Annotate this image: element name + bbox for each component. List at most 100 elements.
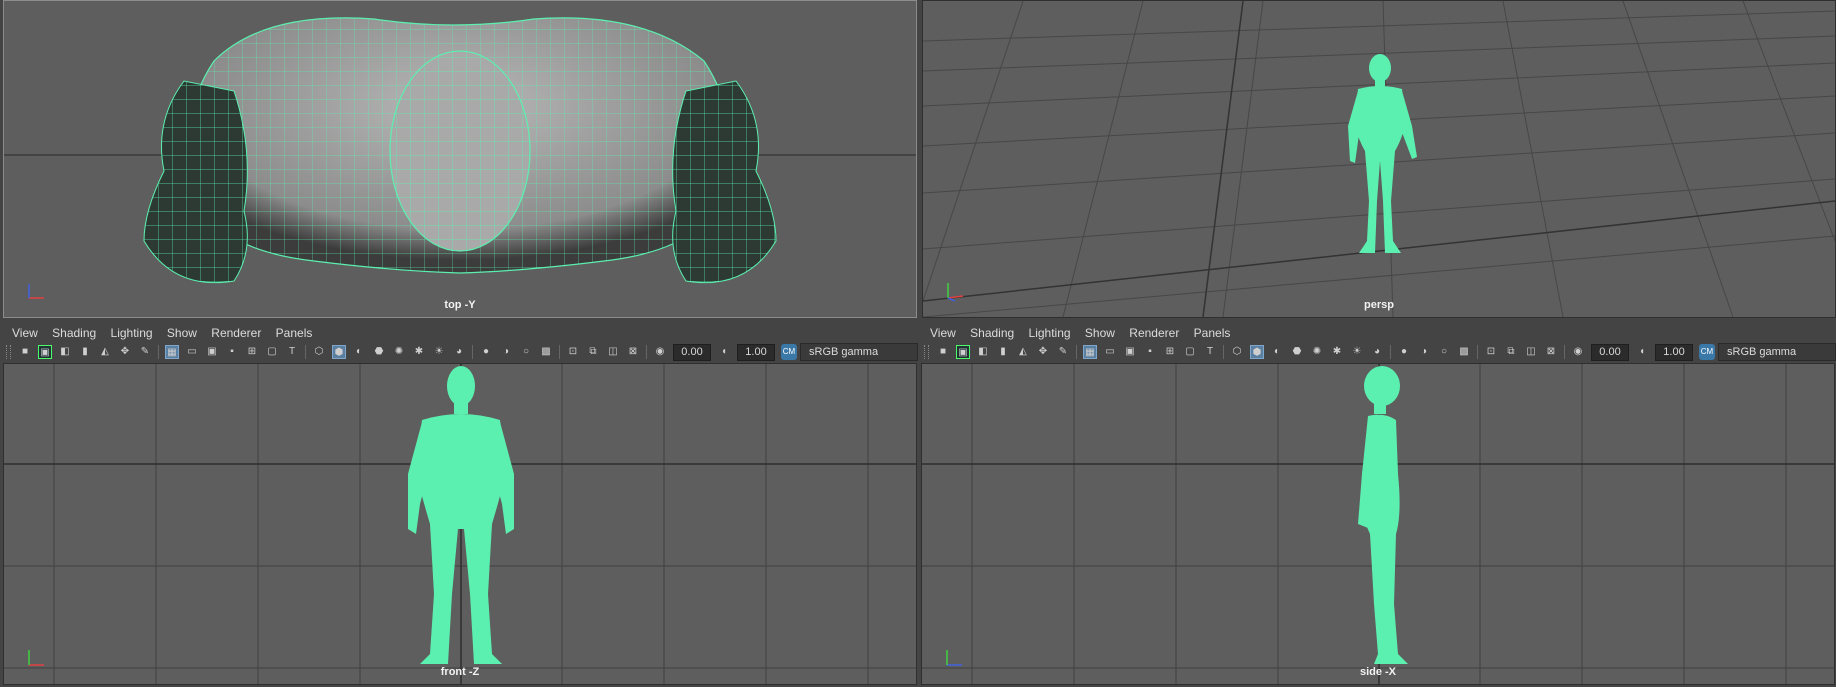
backface-culling-icon[interactable]: ◫ xyxy=(606,345,620,359)
bookmark-icon[interactable]: ▮ xyxy=(78,345,92,359)
grease-pencil-icon[interactable]: ✎ xyxy=(138,345,152,359)
screen-space-ao-icon[interactable]: ☀ xyxy=(432,345,446,359)
motion-blur-icon[interactable]: ◕ xyxy=(1370,345,1384,359)
use-all-lights-icon[interactable]: ✺ xyxy=(1310,345,1324,359)
xray-icon[interactable]: ▩ xyxy=(539,345,553,359)
toolbar-separator xyxy=(646,345,647,359)
camera-label: persp xyxy=(1364,299,1394,311)
menu-renderer[interactable]: Renderer xyxy=(211,324,261,342)
persp-view-viewport[interactable]: persp xyxy=(922,0,1836,318)
color-management-icon[interactable]: CM xyxy=(781,344,797,360)
safe-title-icon[interactable]: T xyxy=(285,345,299,359)
safe-action-icon[interactable]: ▢ xyxy=(1183,345,1197,359)
multisample-aa-icon[interactable]: ● xyxy=(1397,345,1411,359)
textured-icon[interactable]: ⬣ xyxy=(1290,345,1304,359)
exposure-icon[interactable]: ◉ xyxy=(653,345,667,359)
menu-lighting[interactable]: Lighting xyxy=(111,324,153,342)
menu-panels[interactable]: Panels xyxy=(276,324,313,342)
menu-panels[interactable]: Panels xyxy=(1194,324,1231,342)
resolution-gate-icon[interactable]: ▣ xyxy=(1123,345,1137,359)
grease-pencil-icon[interactable]: ✎ xyxy=(1056,345,1070,359)
field-chart-icon[interactable]: ⊞ xyxy=(245,345,259,359)
menu-shading[interactable]: Shading xyxy=(52,324,96,342)
image-plane-icon[interactable]: ◭ xyxy=(98,345,112,359)
camera-attributes-icon[interactable]: ◧ xyxy=(58,345,72,359)
menu-renderer[interactable]: Renderer xyxy=(1129,324,1179,342)
exposure-field[interactable] xyxy=(673,343,711,361)
2d-pan-zoom-icon[interactable]: ✥ xyxy=(118,345,132,359)
gate-mask-icon[interactable]: ▪ xyxy=(225,345,239,359)
field-chart-icon[interactable]: ⊞ xyxy=(1163,345,1177,359)
2d-pan-zoom-icon[interactable]: ✥ xyxy=(1036,345,1050,359)
toolbar-separator xyxy=(1477,345,1478,359)
camera-icon[interactable]: ■ xyxy=(18,345,32,359)
wireframe-icon[interactable]: ⬡ xyxy=(312,345,326,359)
top-view-viewport[interactable]: top -Y xyxy=(3,0,917,318)
bookmark-icon[interactable]: ▮ xyxy=(996,345,1010,359)
multisample-aa-icon[interactable]: ● xyxy=(479,345,493,359)
color-space-dropdown[interactable]: sRGB gamma xyxy=(1718,343,1836,361)
xray-active-icon[interactable]: ⊡ xyxy=(1484,345,1498,359)
xray-icon[interactable]: ▩ xyxy=(1457,345,1471,359)
menu-show[interactable]: Show xyxy=(1085,324,1115,342)
depth-of-field-icon[interactable]: ◑ xyxy=(1417,345,1431,359)
viewport-panel-persp: persp xyxy=(918,0,1836,320)
front-view-viewport[interactable]: front -Z xyxy=(3,363,917,685)
gamma-field[interactable] xyxy=(737,343,775,361)
camera-lock-icon[interactable]: ▣ xyxy=(956,345,970,359)
xray-joints-icon[interactable]: ⧉ xyxy=(1504,345,1518,359)
camera-attributes-icon[interactable]: ◧ xyxy=(976,345,990,359)
default-material-icon[interactable]: ◐ xyxy=(352,345,366,359)
textured-icon[interactable]: ⬣ xyxy=(372,345,386,359)
depth-of-field-icon[interactable]: ◑ xyxy=(499,345,513,359)
persp-view-scene xyxy=(923,1,1835,317)
menu-lighting[interactable]: Lighting xyxy=(1029,324,1071,342)
safe-title-icon[interactable]: T xyxy=(1203,345,1217,359)
safe-action-icon[interactable]: ▢ xyxy=(265,345,279,359)
gate-mask-icon[interactable]: ▪ xyxy=(1143,345,1157,359)
gamma-icon[interactable]: ◖ xyxy=(1635,345,1649,359)
menu-view[interactable]: View xyxy=(930,324,956,342)
exposure-field[interactable] xyxy=(1591,343,1629,361)
toolbar-grip[interactable] xyxy=(6,345,11,359)
smooth-shade-icon[interactable]: ⬢ xyxy=(1250,345,1264,359)
menu-shading[interactable]: Shading xyxy=(970,324,1014,342)
isolate-select-icon[interactable]: ○ xyxy=(1437,345,1451,359)
camera-label: top -Y xyxy=(444,299,476,311)
xray-active-icon[interactable]: ⊡ xyxy=(566,345,580,359)
use-all-lights-icon[interactable]: ✺ xyxy=(392,345,406,359)
resolution-gate-icon[interactable]: ▣ xyxy=(205,345,219,359)
image-plane-icon[interactable]: ◭ xyxy=(1016,345,1030,359)
smooth-shade-icon[interactable]: ⬢ xyxy=(332,345,346,359)
color-management-icon[interactable]: CM xyxy=(1699,344,1715,360)
side-view-viewport[interactable]: side -X xyxy=(921,363,1835,685)
viewport-panel-top: top -Y xyxy=(0,0,918,320)
toolbar-grip[interactable] xyxy=(924,345,929,359)
gamma-field[interactable] xyxy=(1655,343,1693,361)
color-space-dropdown[interactable]: sRGB gamma xyxy=(800,343,918,361)
menu-show[interactable]: Show xyxy=(167,324,197,342)
shadows-icon[interactable]: ✱ xyxy=(1330,345,1344,359)
xray-joints-icon[interactable]: ⧉ xyxy=(586,345,600,359)
wireframe-icon[interactable]: ⬡ xyxy=(1230,345,1244,359)
grid-icon[interactable]: ▦ xyxy=(1083,345,1097,359)
menu-view[interactable]: View xyxy=(12,324,38,342)
hud-icon[interactable]: ⊠ xyxy=(626,345,640,359)
film-gate-icon[interactable]: ▭ xyxy=(185,345,199,359)
default-material-icon[interactable]: ◐ xyxy=(1270,345,1284,359)
panel-menu-bar: View Shading Lighting Show Renderer Pane… xyxy=(918,324,1836,342)
toolbar-separator xyxy=(559,345,560,359)
exposure-icon[interactable]: ◉ xyxy=(1571,345,1585,359)
camera-icon[interactable]: ■ xyxy=(936,345,950,359)
film-gate-icon[interactable]: ▭ xyxy=(1103,345,1117,359)
motion-blur-icon[interactable]: ◕ xyxy=(452,345,466,359)
grid-icon[interactable]: ▦ xyxy=(165,345,179,359)
backface-culling-icon[interactable]: ◫ xyxy=(1524,345,1538,359)
panel-menu-bar: View Shading Lighting Show Renderer Pane… xyxy=(0,324,918,342)
hud-icon[interactable]: ⊠ xyxy=(1544,345,1558,359)
camera-lock-icon[interactable]: ▣ xyxy=(38,345,52,359)
screen-space-ao-icon[interactable]: ☀ xyxy=(1350,345,1364,359)
gamma-icon[interactable]: ◖ xyxy=(717,345,731,359)
isolate-select-icon[interactable]: ○ xyxy=(519,345,533,359)
shadows-icon[interactable]: ✱ xyxy=(412,345,426,359)
